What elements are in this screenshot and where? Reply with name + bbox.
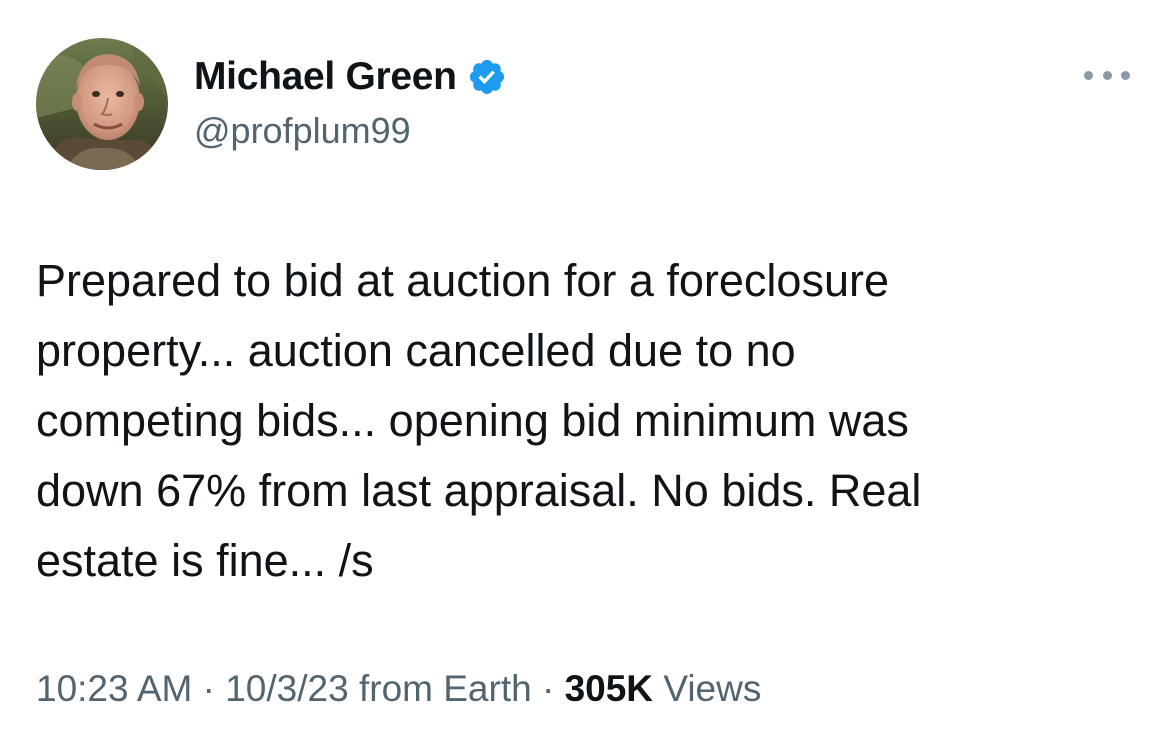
avatar-image bbox=[36, 38, 168, 170]
tweet-metadata: 10:23 AM · 10/3/23 from Earth · 305K Vie… bbox=[36, 668, 761, 710]
user-handle[interactable]: @profplum99 bbox=[194, 110, 411, 152]
timestamp-time[interactable]: 10:23 AM bbox=[36, 668, 192, 709]
verified-badge-icon[interactable] bbox=[467, 57, 507, 97]
timestamp-date[interactable]: 10/3/23 bbox=[225, 668, 348, 709]
tweet-source: from Earth bbox=[358, 668, 532, 709]
views-count[interactable]: 305K bbox=[565, 668, 653, 709]
tweet-text: Prepared to bid at auction for a foreclo… bbox=[36, 255, 922, 586]
separator: · bbox=[541, 668, 555, 709]
separator: · bbox=[202, 668, 215, 709]
dot-icon bbox=[1121, 70, 1130, 80]
dot-icon bbox=[1102, 70, 1112, 80]
tweet-card: Michael Green @profplum99 Prepared to bi… bbox=[0, 0, 1170, 756]
avatar[interactable] bbox=[36, 38, 168, 170]
more-options-icon[interactable] bbox=[1084, 62, 1130, 88]
dot-icon bbox=[1084, 70, 1093, 80]
user-name-row: Michael Green bbox=[194, 54, 507, 100]
views-label[interactable]: Views bbox=[663, 668, 761, 709]
display-name[interactable]: Michael Green bbox=[194, 55, 457, 99]
